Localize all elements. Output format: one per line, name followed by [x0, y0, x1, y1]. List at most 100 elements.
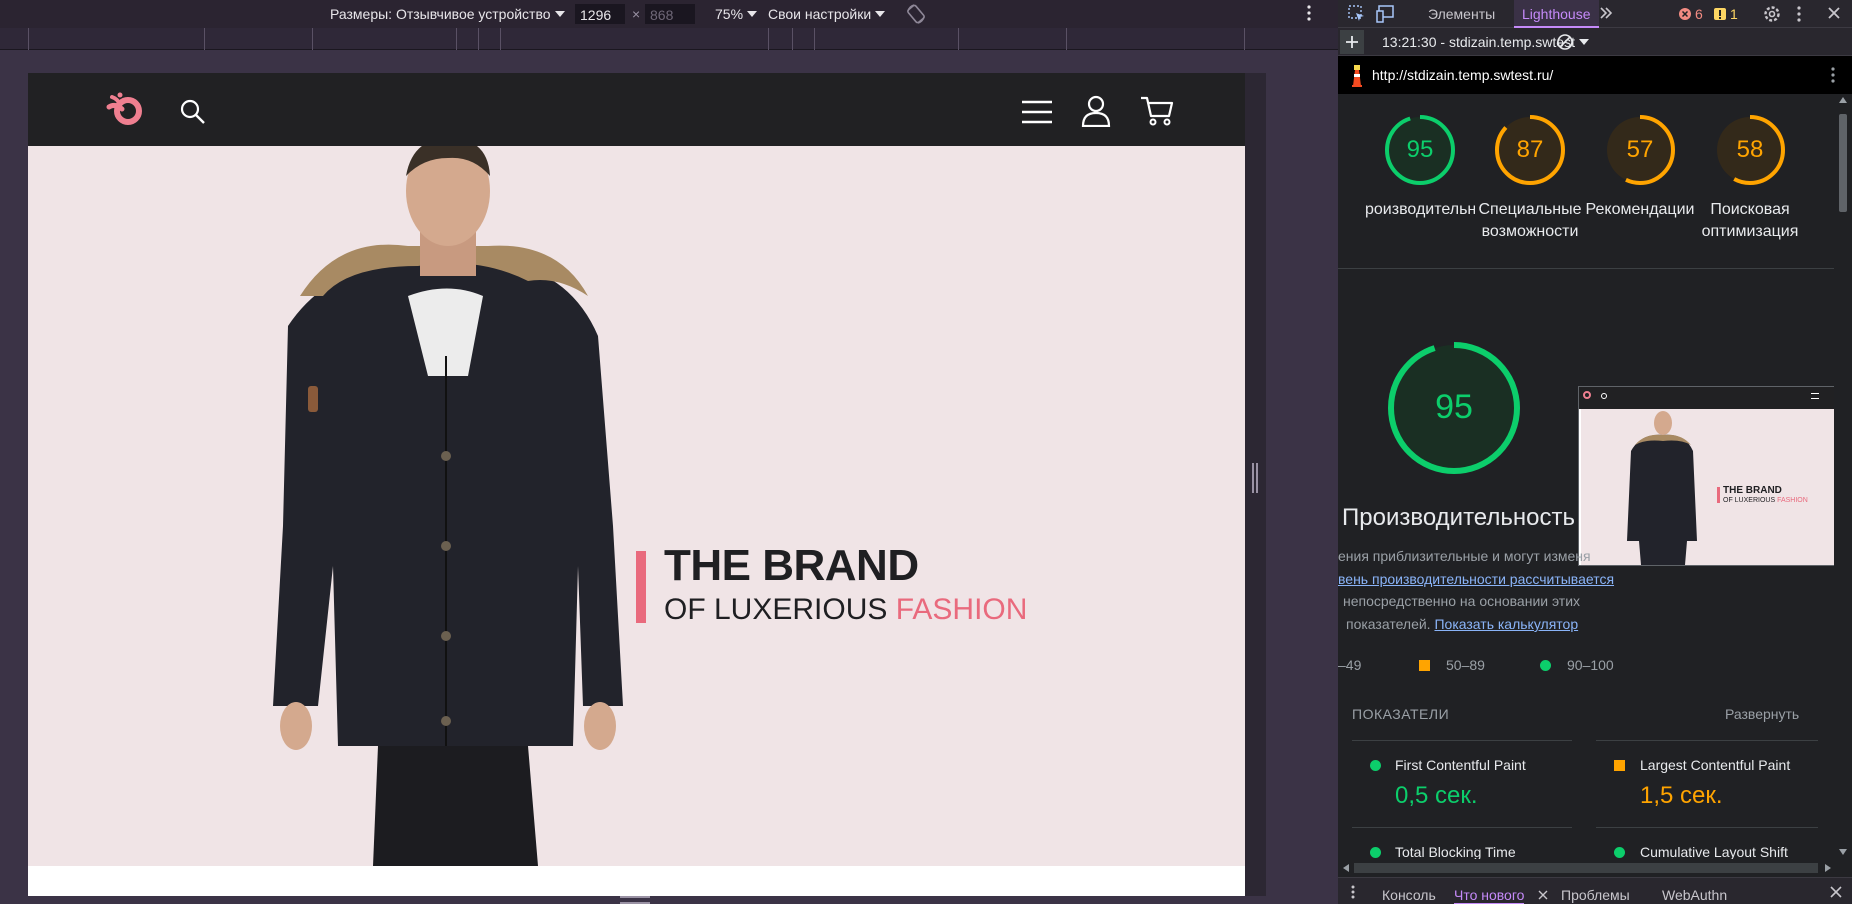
- error-count[interactable]: 6: [1695, 6, 1703, 22]
- width-input[interactable]: 1296: [575, 4, 625, 24]
- scroll-left-icon[interactable]: [1342, 863, 1350, 873]
- scroll-down-icon[interactable]: [1838, 848, 1848, 856]
- thumb-title: THE BRAND: [1723, 485, 1782, 496]
- search-icon[interactable]: [180, 99, 206, 130]
- thumb-model-photo: [1627, 411, 1697, 565]
- devtools-menu-icon[interactable]: [1796, 5, 1802, 26]
- metric-lcp-name: Largest Contentful Paint: [1640, 757, 1791, 773]
- devtools-pane: Элементы Lighthouse 6 1 13:21:30 - stdiz…: [1338, 0, 1852, 904]
- large-performance-score: 95: [1435, 388, 1473, 426]
- scrollbar-thumb[interactable]: [1354, 863, 1818, 873]
- viewport-resize-handle[interactable]: [1252, 463, 1258, 493]
- ruler-tick: [768, 28, 769, 50]
- thumb-subtitle-prefix: OF LUXERIOUS: [1723, 497, 1776, 504]
- hero-subtitle-prefix: OF LUXERIOUS: [664, 593, 888, 626]
- warning-icon[interactable]: [1713, 7, 1727, 24]
- more-options-icon[interactable]: [1306, 4, 1312, 25]
- metric-pass-icon: [1370, 847, 1381, 858]
- clear-icon[interactable]: [1556, 33, 1574, 54]
- ruler-tick: [814, 28, 815, 50]
- expand-metrics-toggle[interactable]: Развернуть: [1725, 706, 1799, 722]
- ruler-tick: [28, 28, 29, 50]
- thumb-subtitle: OF LUXERIOUS FASHION: [1723, 497, 1808, 504]
- report-horizontal-scrollbar[interactable]: [1338, 859, 1852, 877]
- ruler-tick: [1244, 28, 1245, 50]
- report-session-label: 13:21:30 - stdizain.temp.swtest: [1382, 34, 1575, 50]
- gauge-accessibility-label-line1: Специальные: [1478, 201, 1582, 218]
- drawer-tab-console[interactable]: Консоль: [1382, 887, 1436, 903]
- gauge-seo-label-line1: Поисковая: [1710, 201, 1790, 218]
- device-toolbar: Размеры: Отзывчивое устройство 1296 × 86…: [0, 0, 1338, 28]
- throttle-select[interactable]: Свои настройки: [768, 6, 886, 22]
- metric-average-icon: [1614, 760, 1625, 771]
- gauge-accessibility-score: 87: [1516, 136, 1544, 163]
- thumb-accent-bar: [1717, 487, 1720, 503]
- scroll-right-icon[interactable]: [1824, 863, 1832, 873]
- drawer-menu-icon[interactable]: [1350, 884, 1356, 903]
- rotate-icon[interactable]: [905, 3, 927, 28]
- scroll-up-icon[interactable]: [1838, 96, 1848, 104]
- tab-elements[interactable]: Элементы: [1428, 6, 1495, 22]
- close-tab-icon[interactable]: [1538, 887, 1548, 903]
- performance-title: Производительность: [1342, 504, 1575, 531]
- show-calculator-link[interactable]: Показать калькулятор: [1434, 616, 1578, 632]
- height-input[interactable]: 868: [645, 4, 695, 24]
- report-menu-icon[interactable]: [1830, 66, 1836, 87]
- ruler-tick: [312, 28, 313, 50]
- legend-pass-circle-icon: [1540, 660, 1551, 671]
- gauge-seo-label-line2: оптимизация: [1701, 223, 1799, 240]
- inspect-element-icon[interactable]: [1348, 5, 1366, 26]
- report-url-link[interactable]: http://stdizain.temp.swtest.ru/: [1372, 67, 1553, 83]
- report-vertical-scrollbar[interactable]: [1834, 94, 1852, 859]
- tab-lighthouse[interactable]: Lighthouse: [1514, 0, 1599, 28]
- gear-icon[interactable]: [1762, 4, 1782, 27]
- menu-icon[interactable]: [1021, 99, 1053, 130]
- thumb-logo-icon: [1583, 391, 1591, 399]
- new-report-button[interactable]: [1340, 30, 1364, 54]
- viewport-bottom-resize-handle[interactable]: [620, 896, 650, 904]
- throttle-label: Свои настройки: [768, 6, 872, 22]
- ruler-tick: [204, 28, 205, 50]
- times-sign: ×: [632, 6, 641, 22]
- zoom-select[interactable]: 75%: [715, 6, 758, 22]
- description-line-3: показателей. Показать калькулятор: [1346, 616, 1578, 632]
- site-header: [28, 73, 1245, 146]
- model-photo: [273, 146, 623, 866]
- device-dimensions-select[interactable]: Размеры: Отзывчивое устройство: [330, 6, 565, 22]
- device-emulation-pane: Размеры: Отзывчивое устройство 1296 × 86…: [0, 0, 1338, 904]
- emulated-viewport: THE BRAND OF LUXERIOUS FASHION: [28, 73, 1245, 896]
- brand-logo[interactable]: [100, 89, 146, 134]
- ruler-tick: [958, 28, 959, 50]
- close-icon[interactable]: [1826, 5, 1842, 24]
- close-drawer-icon[interactable]: [1830, 885, 1842, 901]
- thumb-menu-icon: [1811, 393, 1819, 399]
- error-icon[interactable]: [1678, 7, 1692, 24]
- hero-banner: THE BRAND OF LUXERIOUS FASHION: [28, 146, 1245, 866]
- gauge-accessibility-label: Специальные возможности: [1475, 199, 1585, 243]
- devtools-drawer: Консоль Что нового Проблемы WebAuthn: [1338, 877, 1852, 904]
- cart-icon[interactable]: [1140, 95, 1174, 132]
- warning-count[interactable]: 1: [1730, 6, 1738, 22]
- drawer-tab-issues[interactable]: Проблемы: [1561, 887, 1630, 903]
- page-screenshot-thumbnail[interactable]: THE BRAND OF LUXERIOUS FASHION: [1578, 386, 1834, 566]
- drawer-tab-webauthn[interactable]: WebAuthn: [1662, 887, 1727, 903]
- scrollbar-thumb[interactable]: [1839, 114, 1847, 212]
- more-tabs-icon[interactable]: [1598, 5, 1614, 24]
- device-dimensions-label: Размеры: Отзывчивое устройство: [330, 6, 551, 22]
- metric-fcp-name: First Contentful Paint: [1395, 757, 1526, 773]
- screen: { "device_toolbar": { "dimensions_label"…: [0, 0, 1852, 904]
- chevron-down-icon: [1579, 39, 1589, 45]
- ruler-tick: [478, 28, 479, 50]
- thumb-search-icon: [1601, 393, 1607, 399]
- gauge-performance-score: 95: [1406, 136, 1434, 163]
- device-toggle-icon[interactable]: [1376, 5, 1396, 26]
- user-icon[interactable]: [1081, 95, 1111, 132]
- ruler-tick: [456, 28, 457, 50]
- chevron-down-icon: [747, 11, 758, 17]
- drawer-tab-whats-new[interactable]: Что нового: [1454, 887, 1525, 904]
- performance-score-link[interactable]: вень производительности рассчитывается: [1338, 571, 1614, 587]
- metric-tbt-name: Total Blocking Time: [1395, 844, 1516, 859]
- divider: [1352, 827, 1572, 828]
- lighthouse-report: 95 87 57 58 роизводительно Специальные во…: [1338, 94, 1834, 859]
- media-query-ruler[interactable]: [0, 28, 1338, 50]
